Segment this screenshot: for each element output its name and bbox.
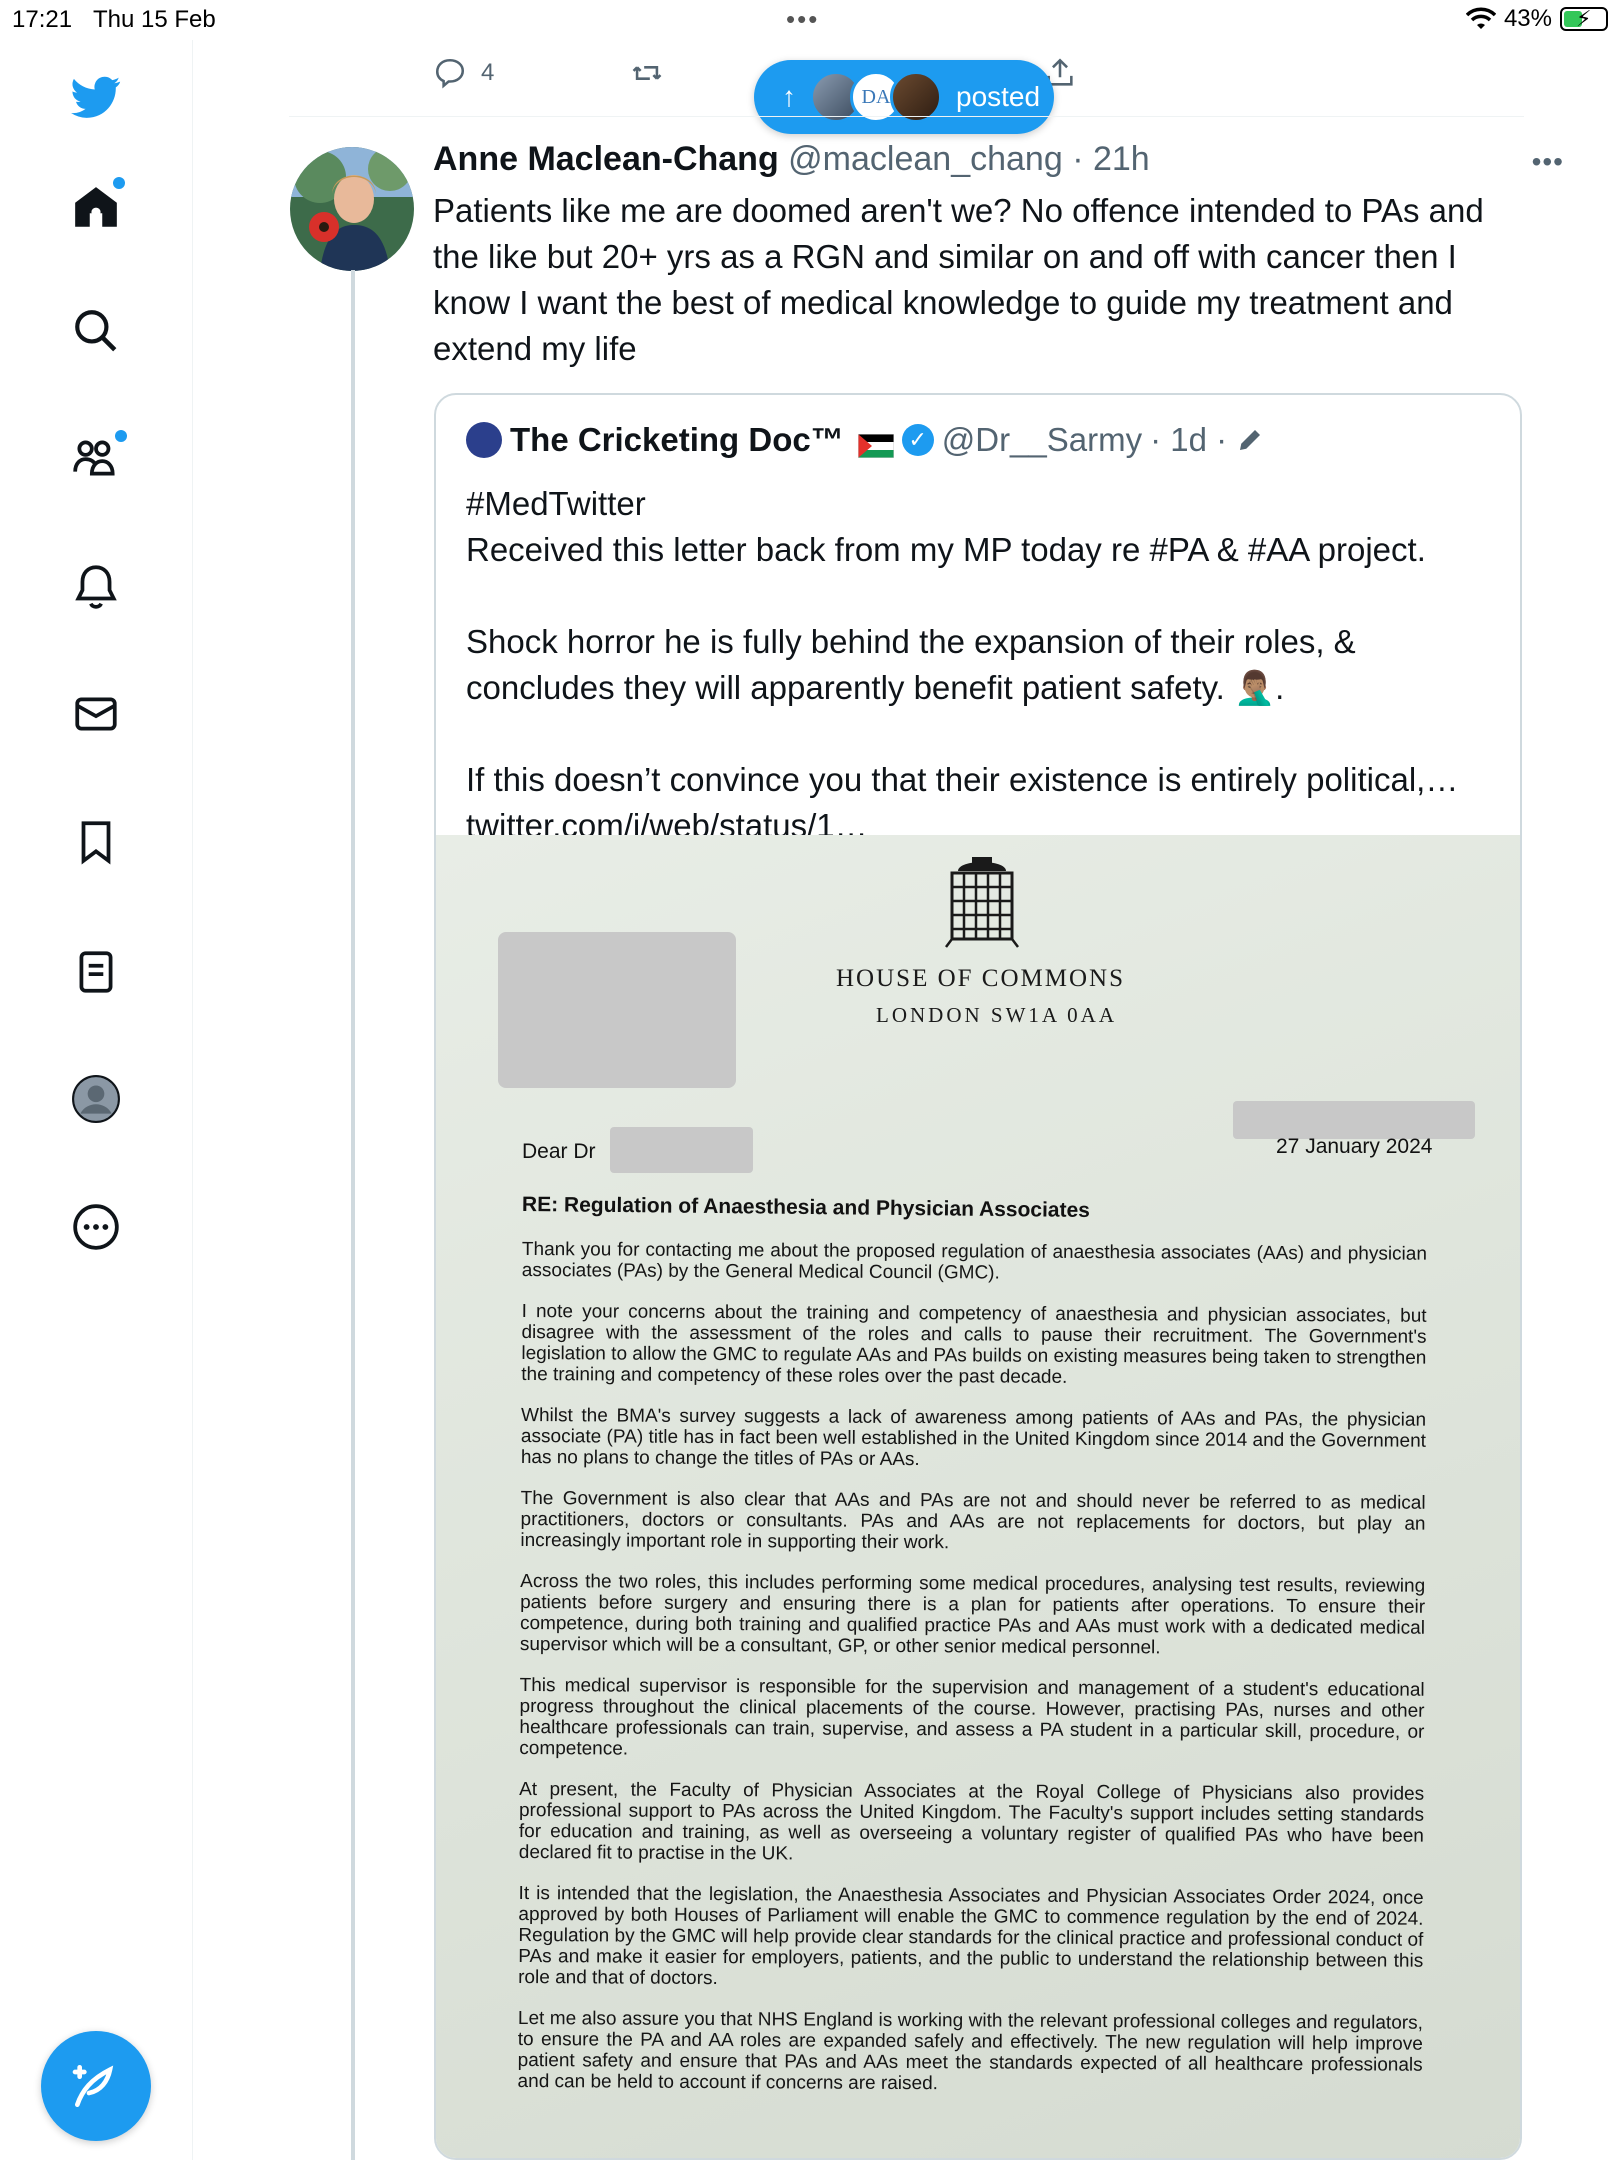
posted-label: posted [956,81,1041,112]
letter-date: 27 January 2024 [1276,1135,1433,1158]
quote-author-name: The Cricketing Doc™ [510,421,844,458]
letter-paragraph: It is intended that the legislation, the… [518,1882,1424,1990]
battery-icon: ⚡ [1560,6,1608,31]
quote-author-handle: @Dr__Sarmy [941,421,1143,458]
letter-paragraph: Let me also assure you that NHS England … [517,2007,1423,2095]
author-avatar[interactable] [290,147,414,271]
profile-icon[interactable] [65,1068,127,1130]
tweet-text: Patients like me are doomed aren't we? N… [433,192,1484,367]
quote-text: #MedTwitter Received this letter back fr… [466,485,1459,844]
quote-header: The Cricketing Doc™ ✓ @Dr__Sarmy · 1d · [466,421,1265,459]
letter-paragraph: This medical supervisor is responsible f… [519,1674,1425,1760]
status-date: Thu 15 Feb [93,6,216,33]
letter-paragraph: Across the two roles, this includes perf… [519,1570,1426,1659]
bell-icon[interactable] [65,555,127,617]
quote-avatar [466,422,502,458]
letterhead-address: LONDON SW1A 0AA [876,1003,1117,1027]
quote-tweet-card[interactable]: The Cricketing Doc™ ✓ @Dr__Sarmy · 1d · … [434,393,1522,2160]
home-badge [113,177,125,189]
communities-icon[interactable] [65,426,127,488]
tweet-time[interactable]: · 21h [1072,140,1150,178]
compose-button[interactable] [41,2031,151,2141]
author-name[interactable]: Anne Maclean-Chang [433,140,779,178]
compose-icon [72,2065,114,2107]
redacted-area [1233,1101,1475,1139]
letter-subject: RE: Regulation of Anaesthesia and Physic… [521,1193,1091,1222]
redacted-area [610,1127,753,1173]
redacted-area [498,932,736,1088]
timeline: 4 ↑ DA posted Anne Maclean-Chang @maclea… [193,40,1620,2160]
portcullis-crest-icon [945,857,1019,948]
multitasking-dots-icon[interactable]: ••• [786,4,819,35]
wifi-icon [1465,7,1496,29]
retweet-action[interactable] [628,56,666,90]
more-icon[interactable] [65,1196,127,1258]
search-icon[interactable] [65,300,127,362]
communities-badge [115,430,127,442]
verified-badge-icon: ✓ [901,424,934,456]
quote-time: · 1d · [1150,421,1228,458]
bookmark-icon[interactable] [65,811,127,873]
letter-body: Thank you for contacting me about the pr… [517,1239,1427,2117]
status-right: 43% ⚡ [1465,5,1608,33]
letter-paragraph: I note your concerns about the training … [521,1300,1427,1388]
reply-count: 4 [481,59,495,86]
letter-image[interactable]: HOUSE OF COMMONS LONDON SW1A 0AA Dear Dr… [436,835,1520,2158]
reply-action[interactable]: 4 [433,56,494,90]
mail-icon[interactable] [65,683,127,745]
status-bar: 17:21 Thu 15 Feb ••• 43% ⚡ [0,0,1620,40]
author-handle[interactable]: @maclean_chang [788,140,1063,178]
retweet-icon [632,66,662,80]
letter-salutation: Dear Dr [522,1140,596,1163]
letter-paragraph: The Government is also clear that AAs an… [520,1487,1426,1554]
letter-paragraph: At present, the Faculty of Physician Ass… [518,1778,1425,1865]
letter-paragraph: Whilst the BMA's survey suggests a lack … [520,1404,1427,1471]
status-time: 17:21 [12,6,73,33]
battery-percent: 43% [1503,5,1552,32]
divider [289,116,1524,117]
lists-icon[interactable] [65,941,127,1003]
tweet-header: Anne Maclean-Chang @maclean_chang · 21h [433,140,1150,179]
reply-icon [435,58,465,89]
palestine-flag-icon [857,428,895,459]
twitter-bird-icon[interactable] [65,66,127,128]
home-icon[interactable] [65,177,127,239]
sidebar [0,40,193,2160]
letterhead-title: HOUSE OF COMMONS [836,965,1125,992]
edited-pencil-icon [1240,430,1261,450]
more-options-icon[interactable]: ••• [1532,146,1564,178]
arrow-up-icon: ↑ [782,81,796,112]
thread-line [351,270,355,2160]
new-posts-pill[interactable]: ↑ DA posted [754,60,1054,134]
letter-paragraph: Thank you for contacting me about the pr… [521,1239,1427,1284]
